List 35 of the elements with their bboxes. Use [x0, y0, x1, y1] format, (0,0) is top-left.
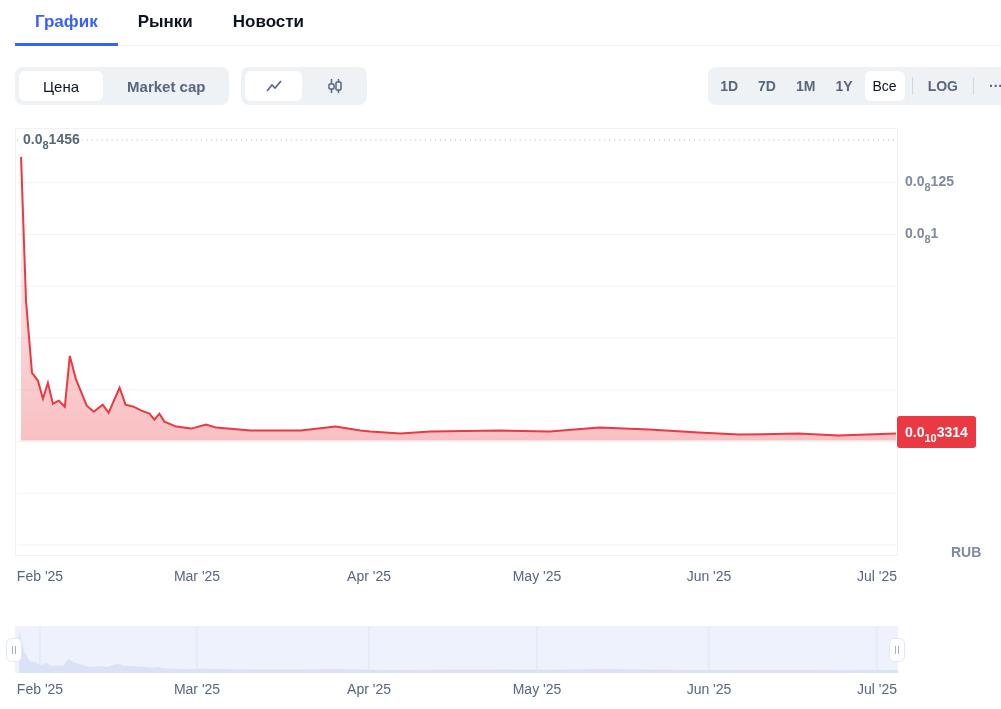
axis-label: 0.0$_{8}$125 [905, 173, 954, 189]
date-label: Jun '25 [686, 568, 732, 584]
tab[interactable]: График [15, 0, 118, 46]
range-handle[interactable] [889, 638, 905, 662]
log-scale-toggle[interactable]: LOG [919, 71, 966, 101]
date-label: Feb '25 [16, 568, 64, 584]
date-label: Mar '25 [173, 681, 221, 697]
range-toggle[interactable]: 7D [750, 71, 784, 101]
tab[interactable]: Рынки [117, 0, 213, 46]
max-price-label: 0.0$_{8}$1456 [21, 131, 82, 147]
range-handle[interactable] [6, 638, 22, 662]
date-label: Feb '25 [16, 681, 64, 697]
date-label: Apr '25 [347, 681, 391, 697]
date-label: Apr '25 [347, 568, 391, 584]
range-toggle[interactable]: 1D [712, 71, 747, 101]
date-label: May '25 [512, 568, 562, 584]
price-tag: 0.0$_{10}$3314 [897, 416, 976, 448]
date-label: Jul '25 [857, 568, 897, 584]
line-chart-icon [265, 80, 282, 92]
range-toggle[interactable]: 1M [787, 71, 824, 101]
range-toggle[interactable]: Все [864, 71, 905, 101]
candlestick-icon [326, 78, 343, 94]
more-button[interactable]: ··· [981, 71, 1001, 101]
metric-toggle[interactable]: Market cap [107, 71, 226, 101]
date-label: May '25 [512, 681, 562, 697]
date-label: Mar '25 [173, 568, 221, 584]
range-navigator[interactable] [15, 626, 898, 673]
currency-label: RUB [951, 544, 982, 560]
range-toggle[interactable]: 1Y [827, 71, 861, 101]
date-label: Jul '25 [857, 681, 897, 697]
axis-label: 0.0$_{8}$1 [905, 225, 939, 241]
chart-type-toggle[interactable] [245, 71, 303, 101]
metric-toggle[interactable]: Цена [19, 71, 104, 101]
tab[interactable]: Новости [212, 0, 325, 46]
date-label: Jun '25 [686, 681, 732, 697]
